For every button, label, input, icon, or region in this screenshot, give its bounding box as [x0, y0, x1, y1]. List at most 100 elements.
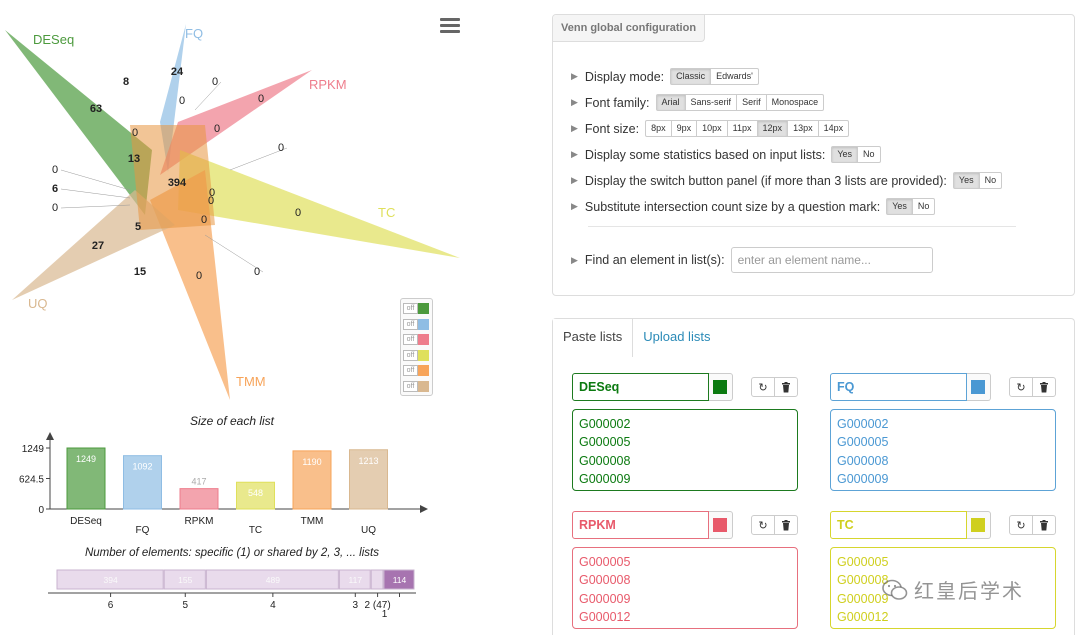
- list-entry: G000002: [837, 417, 889, 431]
- option-button[interactable]: Sans-serif: [684, 94, 738, 111]
- list-textarea[interactable]: G000002 G000005 G000008 G000009: [572, 409, 798, 491]
- list-actions: ↻: [1009, 515, 1056, 535]
- share-category-label: 6: [108, 600, 114, 611]
- bar-value-label: 417: [191, 477, 206, 487]
- tab-paste-lists[interactable]: Paste lists: [553, 319, 634, 357]
- list-color-picker[interactable]: [708, 511, 733, 539]
- option-button[interactable]: Yes: [952, 172, 980, 189]
- list-textarea[interactable]: G000005 G000008 G000009 G000012: [572, 547, 798, 629]
- refresh-icon[interactable]: ↻: [1009, 377, 1033, 397]
- option-button[interactable]: Edwards': [710, 68, 759, 85]
- watermark-text: 红皇后学术: [914, 579, 1024, 603]
- switch-color-swatch: [418, 334, 429, 346]
- switch-rpkm[interactable]: off: [403, 332, 430, 348]
- venn-count-label: 8: [123, 76, 129, 88]
- trash-icon[interactable]: [1032, 515, 1056, 535]
- switch-uq[interactable]: off: [403, 379, 430, 395]
- option-button[interactable]: 9px: [670, 120, 698, 137]
- switch-color-swatch: [418, 349, 429, 361]
- list-name-input[interactable]: RPKM: [572, 511, 709, 539]
- share-segment-label: 114: [393, 575, 407, 585]
- switch-off-label: off: [403, 303, 418, 315]
- config-label: Display mode:: [584, 69, 665, 84]
- bullet-arrow-icon: ▶: [571, 175, 578, 185]
- option-button[interactable]: 11px: [726, 120, 758, 137]
- tab-upload-lists[interactable]: Upload lists: [633, 319, 720, 357]
- venn-count-label: 27: [92, 240, 104, 252]
- bar-category-label: TC: [249, 525, 262, 536]
- config-label: Font family:: [584, 95, 650, 110]
- switch-tmm[interactable]: off: [403, 363, 430, 379]
- option-button[interactable]: No: [857, 146, 881, 163]
- venn-count-label: 6: [52, 183, 58, 195]
- list-name-input[interactable]: TC: [830, 511, 967, 539]
- share-category-label: 5: [182, 600, 188, 611]
- venn-count-label: 0: [295, 207, 301, 219]
- trash-icon[interactable]: [1032, 377, 1056, 397]
- option-button[interactable]: 8px: [645, 120, 672, 137]
- config-row: ▶ Display mode: Classic Edwards': [571, 68, 759, 85]
- venn-shape-deseq: [5, 30, 152, 215]
- color-swatch: [713, 380, 728, 394]
- option-button[interactable]: No: [978, 172, 1003, 189]
- venn-count-label: 15: [134, 266, 146, 278]
- list-entry: G000008: [837, 453, 889, 468]
- option-button[interactable]: 12px: [756, 120, 789, 137]
- option-button[interactable]: 13px: [787, 120, 819, 137]
- chart-menu-icon[interactable]: [440, 18, 460, 34]
- option-button[interactable]: Serif: [736, 94, 767, 111]
- venn-diagram-pane: 8 24 0 63 0 0 0 0 0 13 0 6 394 0 0 0 0 5 0 27 15 0 0 DESeq FQ RP…: [0, 0, 470, 635]
- option-button[interactable]: Yes: [886, 198, 913, 215]
- refresh-icon[interactable]: ↻: [751, 377, 775, 397]
- venn-config-panel: Venn global configuration ▶ Display mode:…: [552, 14, 1075, 296]
- venn-set-label-fq: FQ: [185, 26, 203, 41]
- color-swatch: [971, 518, 986, 532]
- list-textarea[interactable]: G000002 G000005 G000008 G000009: [830, 409, 1056, 491]
- venn-count-label: 0: [52, 202, 58, 214]
- list-color-picker[interactable]: [966, 373, 991, 401]
- refresh-icon[interactable]: ↻: [751, 515, 775, 535]
- trash-icon[interactable]: [774, 515, 798, 535]
- list-actions: ↻: [751, 377, 798, 397]
- bar-category-label: DESeq: [70, 516, 102, 527]
- list-color-picker[interactable]: [708, 373, 733, 401]
- bullet-arrow-icon: ▶: [571, 254, 578, 265]
- venn-count-label: 0: [209, 187, 215, 199]
- option-button[interactable]: Monospace: [765, 94, 825, 111]
- size-chart-title: Size of each list: [190, 414, 275, 428]
- config-row: ▶ Font family: Arial Sans-serif Serif Monospa…: [571, 94, 825, 111]
- venn-shape-tc: [178, 150, 460, 258]
- list-name-row: RPKM ↻: [572, 511, 798, 539]
- list-entry: G000005: [837, 555, 889, 569]
- list-block-tc: TC ↻ G000005 G000008 G000009 G000012: [830, 511, 1056, 629]
- list-name-row: FQ ↻: [830, 373, 1056, 401]
- share-segment-label: 394: [103, 575, 117, 585]
- refresh-icon[interactable]: ↻: [1009, 515, 1033, 535]
- switch-fq[interactable]: off: [403, 317, 430, 333]
- bullet-arrow-icon: ▶: [571, 71, 578, 81]
- trash-icon[interactable]: [774, 377, 798, 397]
- config-button-group: Yes No: [952, 172, 1003, 189]
- option-button[interactable]: Classic: [670, 68, 712, 85]
- wechat-icon: [882, 579, 908, 600]
- find-element-input[interactable]: [730, 247, 933, 273]
- option-button[interactable]: Yes: [831, 146, 858, 163]
- option-button[interactable]: Arial: [655, 94, 686, 111]
- list-color-picker[interactable]: [966, 511, 991, 539]
- switch-color-swatch: [418, 365, 429, 377]
- switch-deseq[interactable]: off: [403, 301, 430, 317]
- list-name-input[interactable]: DESeq: [572, 373, 709, 401]
- option-button[interactable]: 10px: [696, 120, 728, 137]
- switch-off-label: off: [403, 380, 418, 392]
- switch-tc[interactable]: off: [403, 348, 430, 364]
- list-name-input[interactable]: FQ: [830, 373, 967, 401]
- list-block-deseq: DESeq ↻ G000002 G000005 G000008 G000009: [572, 373, 798, 491]
- option-button[interactable]: 14px: [817, 120, 850, 137]
- list-block-fq: FQ ↻ G000002 G000005 G000008 G000009: [830, 373, 1056, 491]
- venn-count-label: 0: [132, 127, 138, 139]
- option-button[interactable]: No: [911, 198, 936, 215]
- config-button-group: Yes No: [886, 198, 936, 215]
- list-entry: G000008: [579, 573, 631, 588]
- list-entry: G000009: [837, 472, 889, 487]
- config-label: Display some statistics based on input l…: [584, 147, 826, 162]
